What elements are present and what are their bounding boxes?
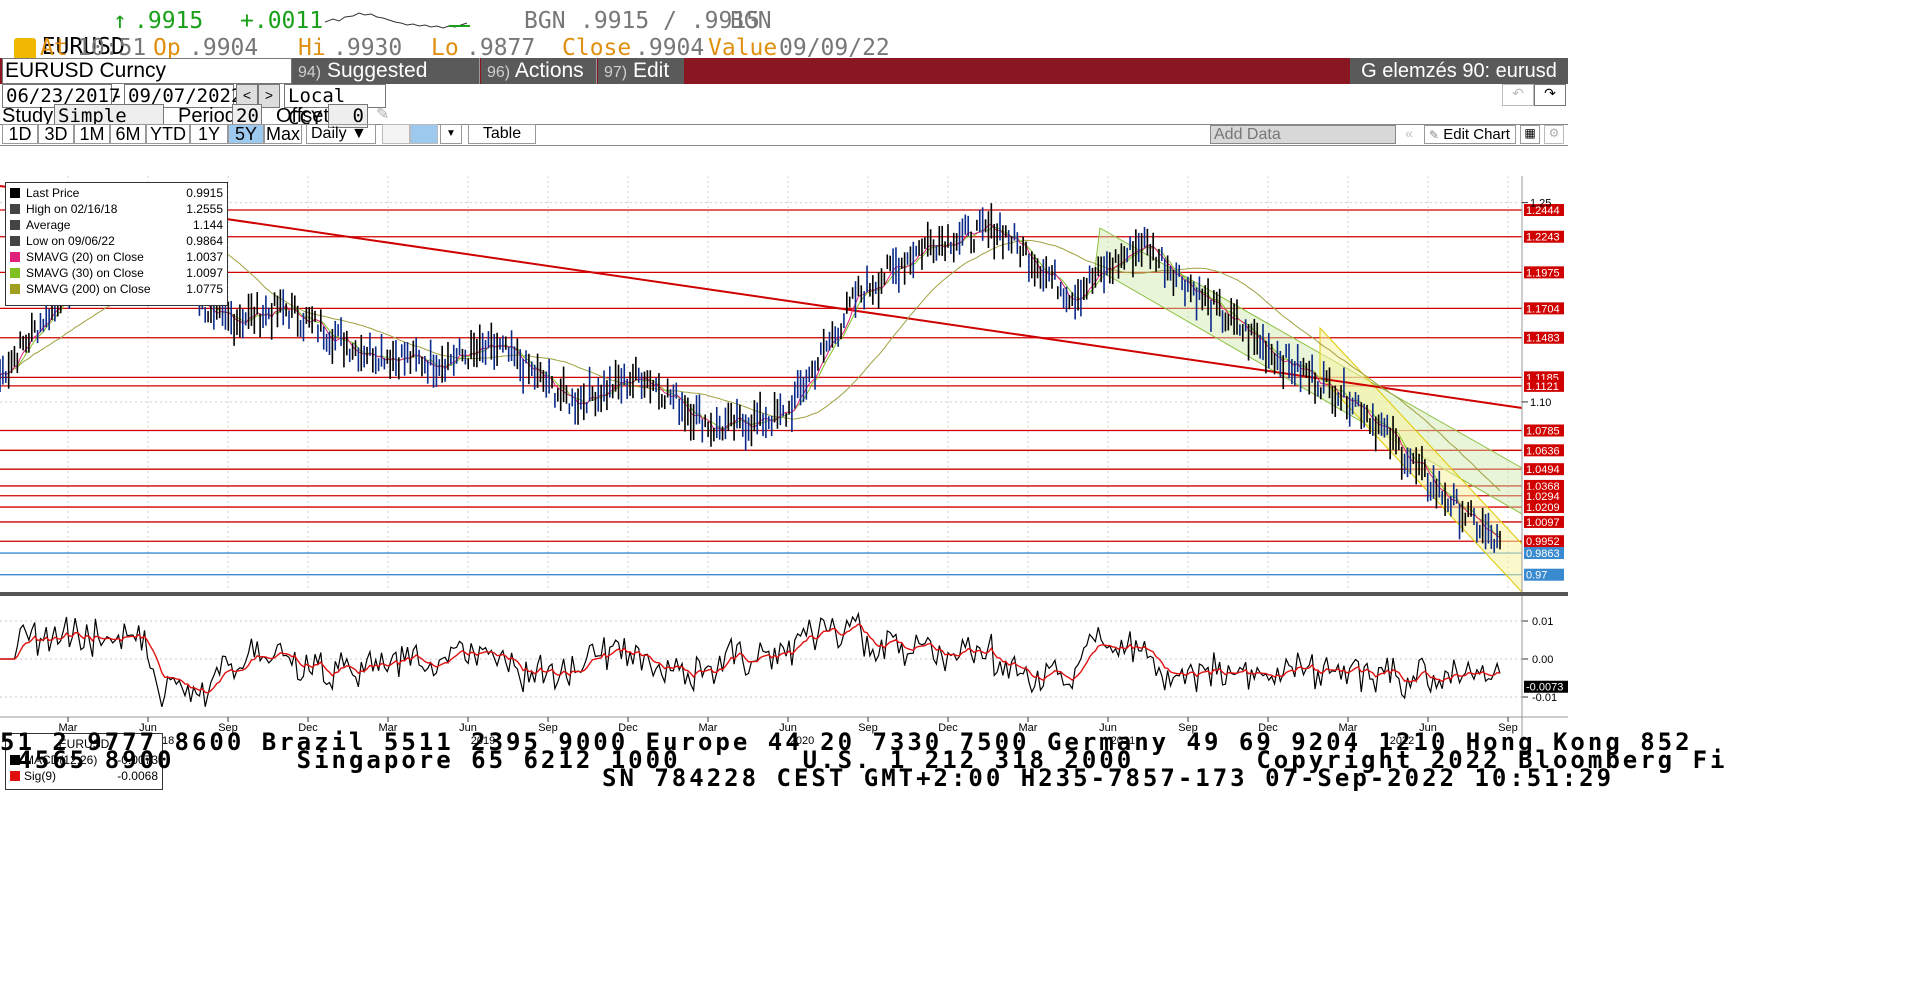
period-button-5y[interactable]: 5Y [228,124,264,144]
legend-name: Last Price [26,186,80,200]
edit-chart-button[interactable]: ✎ Edit Chart [1424,125,1516,144]
level-labels: 1.24441.22431.19751.17041.14831.11851.11… [1524,204,1564,582]
level-label: 1.0294 [1526,491,1560,503]
chart-title-tab[interactable]: G elemzés 90: eurusd [1350,58,1568,84]
legend-swatch [10,236,20,246]
legend-row: Average 1.144 [10,217,223,233]
security-field[interactable]: EURUSD Curncy [2,58,292,84]
period-button-ytd[interactable]: YTD [146,124,190,144]
level-label: 1.0785 [1526,426,1560,438]
legend-swatch [10,220,20,230]
legend-row: SMAVG (20) on Close 1.0037 [10,249,223,265]
level-label: 1.1975 [1526,267,1560,279]
level-label: 1.1483 [1526,333,1560,345]
level-label: 0.97 [1526,570,1547,582]
add-data-input[interactable]: Add Data [1210,125,1396,144]
sparkline [325,12,470,29]
level-label: 1.2243 [1526,232,1560,244]
legend-value: 1.0097 [186,266,223,280]
table-button[interactable]: Table [468,124,536,144]
legend-swatch [10,188,20,198]
legend-swatch [10,268,20,278]
edit-chart-label: Edit Chart [1443,126,1510,143]
level-label: 1.0209 [1526,502,1560,514]
last-price: .9915 [134,8,204,34]
legend-value: 1.144 [192,218,223,232]
chevron-down-icon: ▼ [604,94,616,108]
actions-menu[interactable]: 96) Actions ▼ [481,58,597,108]
legend-name: SMAVG (20) on Close [26,250,144,264]
period-button-1m[interactable]: 1M [74,124,110,144]
chart-legend: Last Price 0.9915 High on 02/16/18 1.2555 Av… [5,182,228,306]
legend-swatch [10,284,20,294]
period-button-1d[interactable]: 1D [2,124,38,144]
legend-swatch [10,204,20,214]
legend-row: SMAVG (200) on Close 1.0775 [10,281,223,297]
edit-menu[interactable]: 97) Edit ▼ [598,58,684,108]
legend-value: 1.0775 [186,282,223,296]
legend-name: SMAVG (30) on Close [26,266,144,280]
legend-value: 1.2555 [186,202,223,216]
pencil-icon[interactable]: ✎ [376,104,400,126]
legend-row: Last Price 0.9915 [10,185,223,201]
price-chart[interactable]: 1.24441.22431.19751.17041.14831.11851.11… [0,176,1568,766]
level-label: 1.0636 [1526,445,1560,457]
net-change: +.0011 [240,8,324,34]
source-1: BGN [524,8,566,34]
collapse-icon[interactable]: « [1398,125,1420,144]
chevron-down-icon: ▼ [487,94,499,108]
candle-chart-icon[interactable] [410,124,438,144]
period-button-1y[interactable]: 1Y [190,124,228,144]
period-button-max[interactable]: Max [264,124,302,144]
source-2: BGN [730,8,772,34]
legend-value: 1.0037 [186,250,223,264]
chart-type-dropdown-icon[interactable]: ▼ [440,124,462,144]
level-label: 1.1704 [1526,303,1560,315]
legend-name: SMAVG (200) on Close [26,282,151,296]
period-button-6m[interactable]: 6M [110,124,146,144]
price-tick-label: 1.25 [1530,198,1551,210]
macd-tick-label: 0.01 [1532,616,1553,628]
actions-num: 96) [487,64,511,81]
edit-label: Edit [632,59,670,82]
legend-row: High on 02/16/18 1.2555 [10,201,223,217]
level-label: 1.0097 [1526,517,1560,529]
level-label: 1.0494 [1526,464,1560,476]
period-button-3d[interactable]: 3D [38,124,74,144]
suggested-num: 94) [298,64,322,81]
legend-name: High on 02/16/18 [26,202,118,216]
frequency-label: Daily [311,125,347,142]
speedometer-icon[interactable] [14,38,36,60]
footer-line-3: SN 784228 CEST GMT+2:00 H235-7857-173 07… [602,764,1615,792]
legend-value: 0.9864 [186,234,223,248]
pencil-icon: ✎ [1429,128,1440,142]
macd-tick-label: -0.01 [1532,692,1557,704]
legend-value: 0.9915 [186,186,223,200]
macd-last-label: -0.0073 [1526,682,1563,694]
chart-settings-icon[interactable]: ▦ [1520,125,1540,144]
legend-row: SMAVG (30) on Close 1.0097 [10,265,223,281]
level-label: 0.9952 [1526,536,1560,548]
undo-icon[interactable]: ↶ [1502,84,1534,106]
level-label: 0.9863 [1526,548,1560,560]
macd-tick-label: 0.00 [1532,654,1553,666]
legend-swatch [10,252,20,262]
edit-num: 97) [604,64,628,81]
suggested-charts-button[interactable]: 94) Suggested Charts [292,58,480,110]
gear-icon[interactable]: ⚙ [1544,125,1564,144]
macd-axis: 0.01 0.00 -0.01-0.0073 [1521,602,1568,716]
legend-row: Low on 09/06/22 0.9864 [10,233,223,249]
actions-label: Actions [514,59,584,82]
frequency-select[interactable]: Daily ▼ [306,124,376,144]
legend-name: Low on 09/06/22 [26,234,115,248]
price-tick-label: 1.10 [1530,397,1551,409]
level-label: 1.1121 [1526,381,1559,393]
mountain-chart-icon[interactable] [382,124,410,144]
redo-icon[interactable]: ↷ [1534,84,1566,106]
up-arrow-icon: ↑ [113,8,127,34]
legend-name: Average [26,218,71,232]
